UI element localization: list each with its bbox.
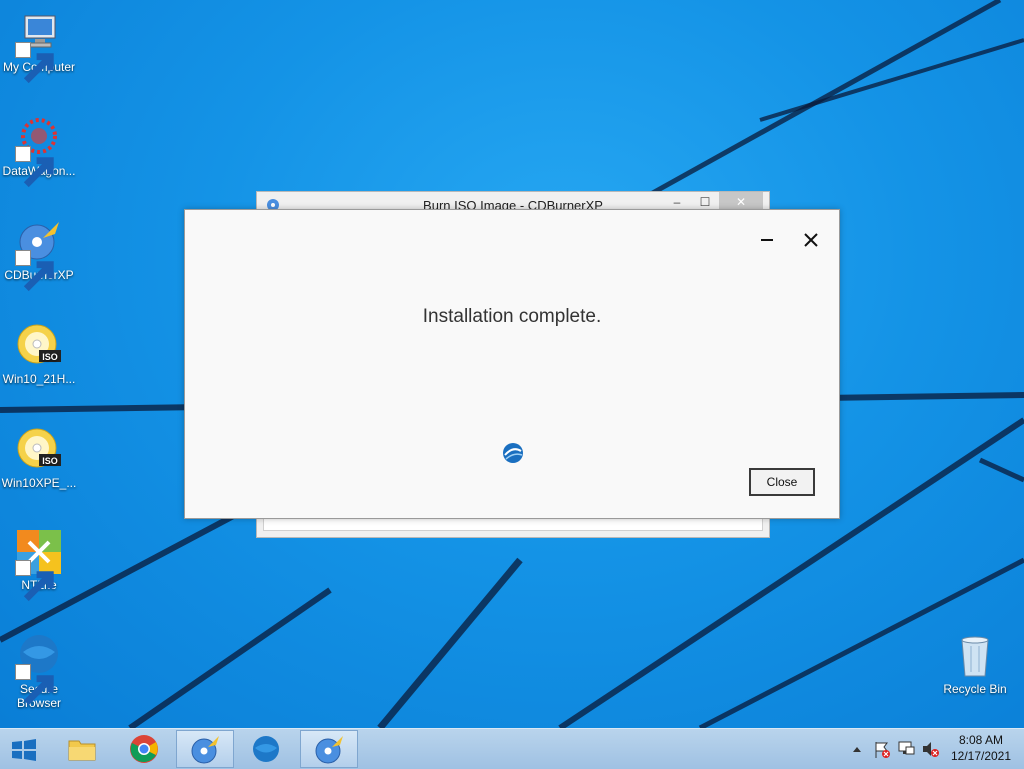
desktop-icon-secure-browser[interactable]: Secure Browser — [0, 632, 78, 710]
secure-browser-icon — [503, 443, 523, 463]
desktop-icon-my-computer[interactable]: My Computer — [0, 10, 78, 84]
shortcut-arrow-icon — [15, 250, 54, 292]
svg-text:ISO: ISO — [42, 352, 58, 362]
taskbar-chrome[interactable] — [116, 730, 172, 768]
file-explorer-icon — [68, 740, 96, 761]
desktop-icon-label: Recycle Bin — [943, 682, 1007, 696]
desktop-icon-ntlite[interactable]: NTLite — [0, 528, 78, 602]
show-hidden-icons-icon[interactable] — [850, 729, 864, 769]
desktop-icon-label: Win10XPE_... — [1, 476, 77, 490]
close-button[interactable]: Close — [749, 468, 815, 496]
iso-disc-icon: ISO — [17, 428, 61, 468]
shortcut-arrow-icon — [15, 42, 54, 84]
iso-disc-icon: ISO — [17, 324, 61, 364]
start-button[interactable] — [0, 730, 56, 768]
shortcut-arrow-icon — [15, 560, 54, 602]
cdburnerxp-icon — [191, 736, 219, 764]
desktop-icon-recycle-bin[interactable]: Recycle Bin — [936, 632, 1014, 696]
clock-date: 12/17/2021 — [950, 749, 1012, 763]
start-icon — [12, 739, 36, 761]
close-icon[interactable] — [797, 228, 825, 252]
clock-time: 8:08 AM — [958, 733, 1004, 747]
desktop-icon-label: Win10_21H... — [2, 372, 76, 386]
recycle-bin-icon — [961, 636, 989, 677]
taskbar-file-explorer[interactable] — [54, 730, 110, 768]
action-center-flag-icon[interactable] — [872, 729, 892, 769]
network-icon[interactable] — [896, 729, 918, 769]
status-message: Installation complete. — [422, 306, 602, 327]
minimize-button[interactable] — [753, 228, 781, 252]
volume-muted-icon[interactable] — [920, 729, 940, 769]
system-clock[interactable]: 8:08 AM 12/17/2021 — [942, 732, 1020, 764]
svg-text:ISO: ISO — [42, 456, 58, 466]
desktop-icon-win10-21h[interactable]: ISO Win10_21H... — [0, 322, 78, 386]
taskbar-cdburnerxp-2[interactable] — [300, 730, 358, 768]
chrome-icon — [130, 735, 158, 763]
taskbar-cdburnerxp[interactable] — [176, 730, 234, 768]
desktop-icon-win10xpe[interactable]: ISO Win10XPE_... — [0, 426, 78, 490]
installation-dialog[interactable]: Installation complete. Close — [184, 209, 840, 519]
shortcut-arrow-icon — [15, 664, 54, 706]
desktop-icon-cdburnerxp[interactable]: CDBurnerXP — [0, 218, 78, 292]
taskbar-secure-browser[interactable] — [238, 730, 294, 768]
shortcut-arrow-icon — [15, 146, 54, 188]
desktop-icon-datawagon[interactable]: DataWagon... — [0, 114, 78, 188]
cdburnerxp-icon — [315, 736, 343, 764]
taskbar: 8:08 AM 12/17/2021 — [0, 728, 1024, 769]
secure-browser-icon — [253, 736, 279, 762]
